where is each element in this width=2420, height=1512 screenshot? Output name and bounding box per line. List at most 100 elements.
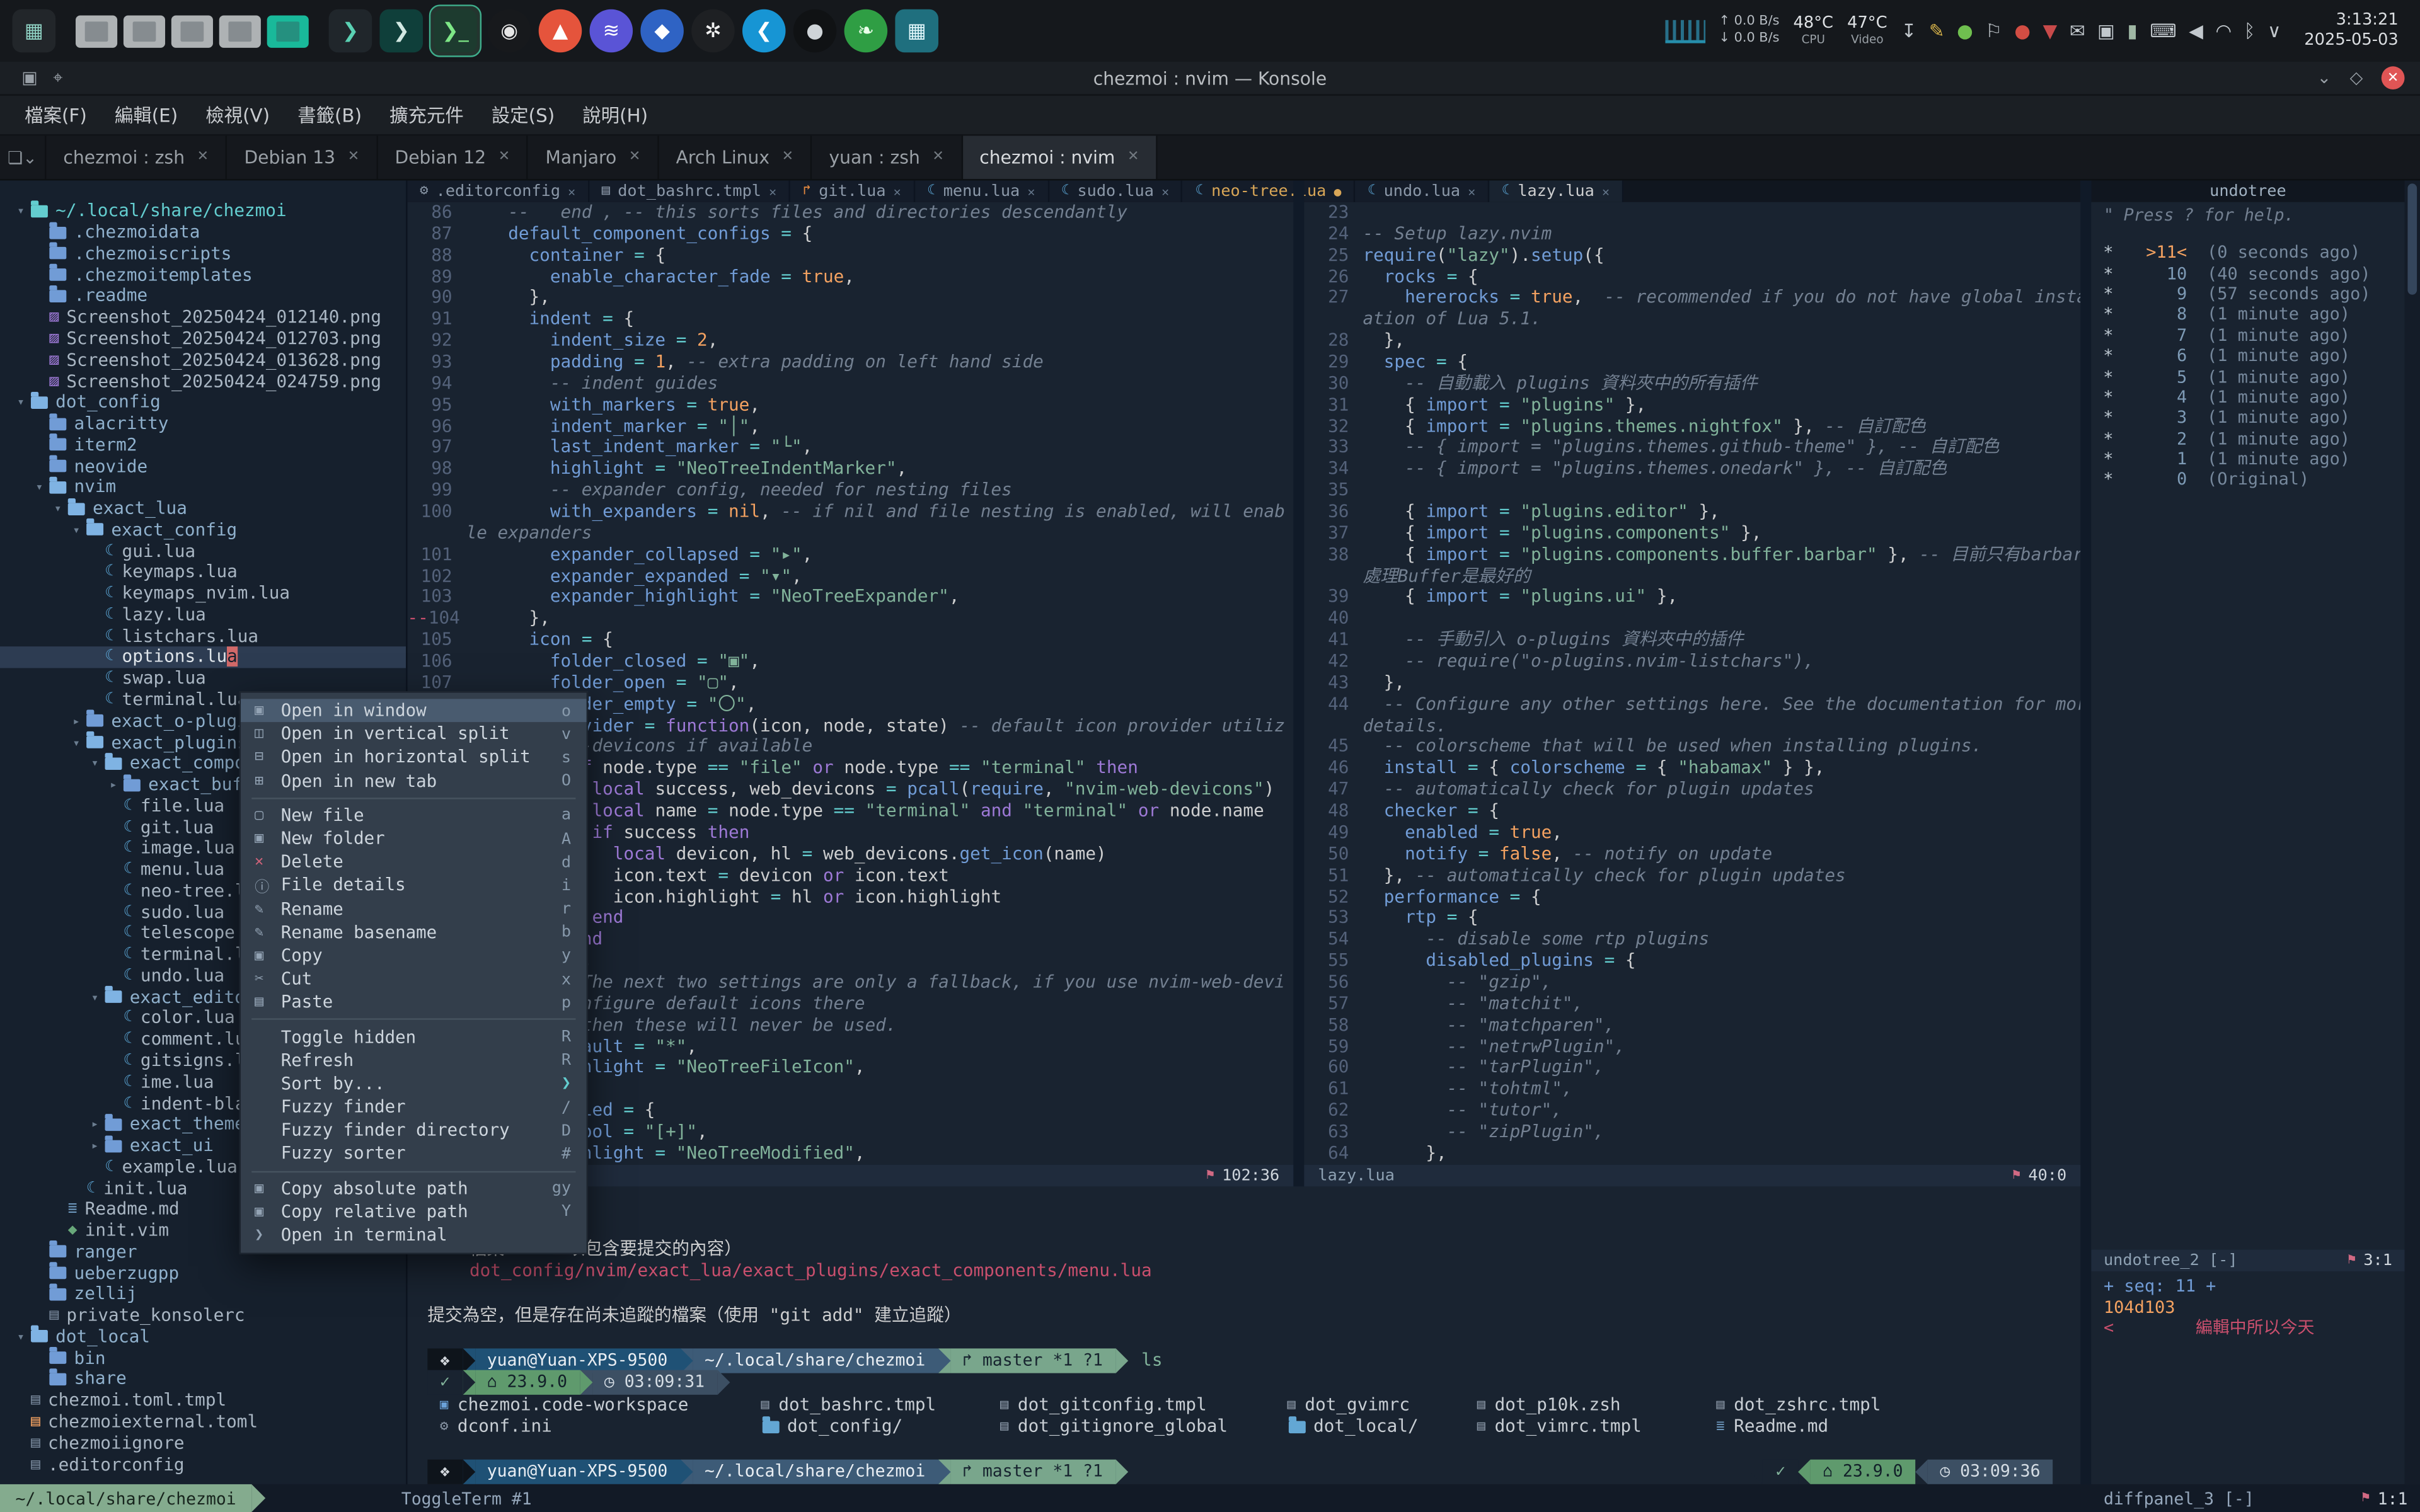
active-task-highlight[interactable]: ❯_: [430, 6, 480, 55]
tree-item-chezmoiignore[interactable]: ▤chezmoiignore: [0, 1433, 406, 1454]
menu-f[interactable]: 檔案(F): [13, 97, 100, 132]
undo-state-3[interactable]: *3(1 minute ago): [2091, 408, 2404, 428]
chatgpt-app-icon[interactable]: ✲: [691, 9, 735, 53]
expander-icon[interactable]: ▾: [86, 757, 103, 770]
editor-lazy-lua[interactable]: 2324-- Setup lazy.nvim25require("lazy").…: [1304, 202, 2080, 1165]
context-menu-item-open-in-new-tab[interactable]: ⊞Open in new tabO: [241, 769, 587, 793]
tree-item-dot-local[interactable]: ▾dot_local: [0, 1326, 406, 1348]
konsole-tab-yuan-zsh[interactable]: yuan : zsh✕: [812, 136, 963, 180]
desktop-4[interactable]: [219, 14, 261, 47]
context-menu-item-fuzzy-finder[interactable]: Fuzzy finder/: [241, 1096, 587, 1119]
scrollbar-thumb[interactable]: [2407, 183, 2417, 294]
tray-pen-icon[interactable]: ✎: [1929, 20, 1945, 42]
desktop-5[interactable]: [267, 14, 309, 47]
tree-item-chezmoitemplates[interactable]: .chezmoitemplates: [0, 265, 406, 286]
expander-icon[interactable]: ▾: [31, 480, 48, 494]
buffer-close-icon[interactable]: ✕: [894, 185, 901, 198]
tree-item-screenshot-20250424-024759-png[interactable]: ▨Screenshot_20250424_024759.png: [0, 370, 406, 392]
tree-item-nvim[interactable]: ▾nvim: [0, 477, 406, 498]
tab-close-icon[interactable]: ✕: [348, 150, 359, 165]
scrollbar[interactable]: [2405, 181, 2420, 1512]
buffer-tab-git-lua[interactable]: ↱git.lua✕: [790, 181, 915, 202]
konsole-tab-debian-12[interactable]: Debian 12✕: [378, 136, 529, 180]
tree-item-listchars-lua[interactable]: ☾listchars.lua: [0, 626, 406, 647]
tray-red-icon[interactable]: ●: [2014, 20, 2031, 42]
context-menu-item-copy-absolute-path[interactable]: ▣Copy absolute pathgy: [241, 1176, 587, 1200]
tree-item-ueberzugpp[interactable]: ueberzugpp: [0, 1263, 406, 1284]
music-app-icon[interactable]: ◉: [488, 9, 531, 53]
expander-icon[interactable]: ▾: [68, 523, 85, 537]
tree-item-exact-lua[interactable]: ▾exact_lua: [0, 498, 406, 519]
tray-chevron-icon[interactable]: ∨: [2267, 20, 2281, 42]
menu-[interactable]: 擴充元件: [377, 97, 476, 132]
menu-h[interactable]: 說明(H): [570, 97, 660, 132]
tree-item-chezmoi-toml-tmpl[interactable]: ▤chezmoi.toml.tmpl: [0, 1390, 406, 1411]
context-menu-item-open-in-vertical-split[interactable]: ◫Open in vertical splitv: [241, 723, 587, 746]
tree-item-iterm2[interactable]: iterm2: [0, 434, 406, 455]
window-separator[interactable]: [1293, 181, 1304, 1187]
tree-item-chezmoidata[interactable]: .chezmoidata: [0, 222, 406, 243]
buffer-close-icon[interactable]: ✕: [1027, 185, 1035, 198]
context-menu-item-file-details[interactable]: ⓘFile detailsi: [241, 874, 587, 897]
tree-item-bin[interactable]: bin: [0, 1348, 406, 1369]
dark-circle-app-icon[interactable]: ●: [793, 9, 837, 53]
expander-icon[interactable]: ▾: [68, 735, 85, 749]
konsole-tab-chezmoi-nvim[interactable]: chezmoi : nvim✕: [962, 136, 1158, 180]
expander-icon[interactable]: ▾: [13, 396, 30, 410]
tree-item-share[interactable]: share: [0, 1369, 406, 1390]
expander-icon[interactable]: ▸: [86, 1118, 103, 1131]
tray-keyboard-icon[interactable]: ⌨: [2150, 20, 2176, 42]
desktop-2[interactable]: [124, 14, 165, 47]
undo-state-0[interactable]: *0(Original): [2091, 469, 2404, 490]
menu-e[interactable]: 編輯(E): [102, 97, 190, 132]
expander-icon[interactable]: ▾: [13, 204, 30, 218]
tree-item-lazy-lua[interactable]: ☾lazy.lua: [0, 604, 406, 626]
context-menu-item-open-in-window[interactable]: ▣Open in windowo: [241, 699, 587, 722]
tree-item-screenshot-20250424-012703-png[interactable]: ▨Screenshot_20250424_012703.png: [0, 328, 406, 350]
tree-item-editorconfig[interactable]: ▤.editorconfig: [0, 1453, 406, 1475]
konsole-tab-chezmoi-zsh[interactable]: chezmoi : zsh✕: [46, 136, 227, 180]
toggleterm-terminal[interactable]: <檔案>..." 以包含要提交的內容） dot_config/nvim/exac…: [408, 1186, 2081, 1484]
context-menu-item-paste[interactable]: ▤Pastep: [241, 991, 587, 1014]
tree-item-screenshot-20250424-012140-png[interactable]: ▨Screenshot_20250424_012140.png: [0, 307, 406, 328]
tab-close-icon[interactable]: ✕: [932, 150, 943, 165]
desktop-1[interactable]: [76, 14, 117, 47]
expander-icon[interactable]: ▾: [86, 990, 103, 1004]
context-menu-item-new-file[interactable]: ▢New filea: [241, 803, 587, 827]
expander-icon[interactable]: ▸: [105, 777, 122, 791]
tree-item-local-share-chezmoi[interactable]: ▾~/.local/share/chezmoi: [0, 200, 406, 222]
context-menu-item-copy[interactable]: ▣Copyy: [241, 944, 587, 967]
context-menu-item-open-in-terminal[interactable]: ❯Open in terminal: [241, 1223, 587, 1247]
tree-item-chezmoiscripts[interactable]: .chezmoiscripts: [0, 243, 406, 265]
expander-icon[interactable]: ▸: [68, 714, 85, 728]
shield-app-icon[interactable]: ◆: [640, 9, 684, 53]
tray-flag-icon[interactable]: ⚐: [1985, 20, 2002, 42]
tray-mail-icon[interactable]: ✉: [2070, 20, 2085, 42]
buffer-tab-neo-tree-lua[interactable]: ☾neo-tree.lua●: [1183, 181, 1355, 202]
expander-icon[interactable]: ▾: [13, 1330, 30, 1344]
tree-item-exact-config[interactable]: ▾exact_config: [0, 519, 406, 541]
wave-app-icon[interactable]: ≋: [590, 9, 633, 53]
tree-item-zellij[interactable]: zellij: [0, 1284, 406, 1305]
tree-item-keymaps-nvim-lua[interactable]: ☾keymaps_nvim.lua: [0, 583, 406, 604]
tray-download-icon[interactable]: ↧: [1901, 20, 1917, 42]
network-graph-icon[interactable]: [1665, 20, 1705, 43]
tray-alert-icon[interactable]: ▼: [2043, 20, 2058, 42]
window-separator-right[interactable]: [2080, 181, 2091, 1484]
undo-state-11[interactable]: *>11<(0 seconds ago): [2091, 242, 2404, 263]
titlebar[interactable]: ▣ ⌖ chezmoi : nvim — Konsole ⌄ ◇ ✕: [0, 62, 2420, 96]
menu-v[interactable]: 檢視(V): [193, 97, 282, 132]
undo-state-8[interactable]: *8(1 minute ago): [2091, 304, 2404, 325]
tree-item-neovide[interactable]: neovide: [0, 455, 406, 477]
context-menu-item-toggle-hidden[interactable]: Toggle hiddenR: [241, 1025, 587, 1048]
new-tab-button[interactable]: ❏⌄: [0, 136, 46, 180]
buffer-tab-menu-lua[interactable]: ☾menu.lua✕: [915, 181, 1049, 202]
undo-state-2[interactable]: *2(1 minute ago): [2091, 428, 2404, 449]
tree-item-readme[interactable]: .readme: [0, 285, 406, 307]
display-app-icon[interactable]: ▦: [895, 9, 938, 53]
buffer-close-icon[interactable]: ✕: [1602, 185, 1610, 198]
buffer-tab-lazy-lua[interactable]: ☾lazy.lua✕: [1489, 181, 1623, 202]
tab-close-icon[interactable]: ✕: [197, 150, 209, 165]
green-leaf-app-icon[interactable]: ❧: [844, 9, 888, 53]
tray-wifi-icon[interactable]: ◠: [2215, 20, 2232, 42]
